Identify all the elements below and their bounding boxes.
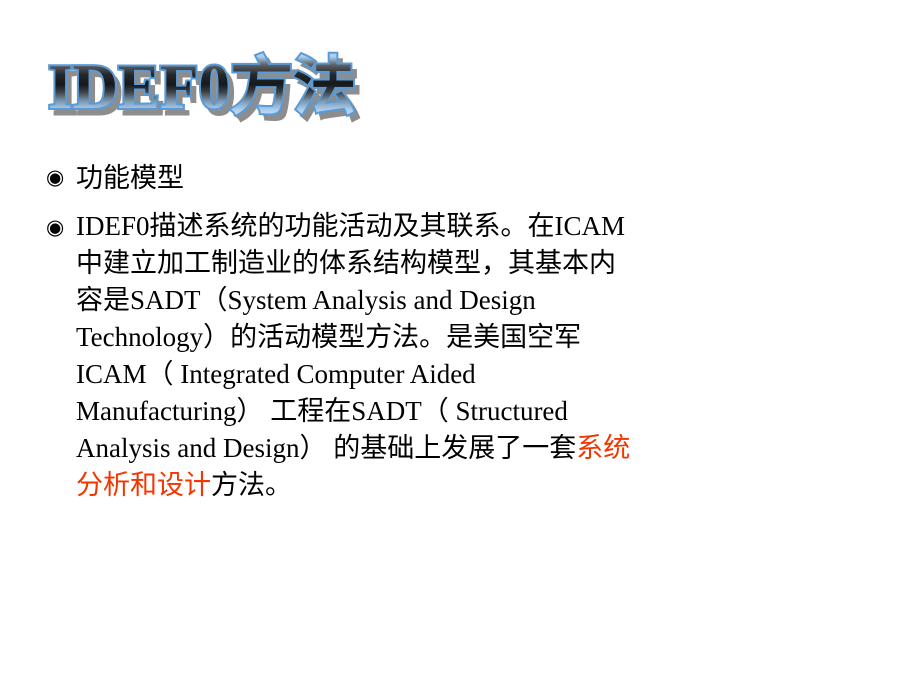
text-line: IDEF0描述系统的功能活动及其联系。在ICAM xyxy=(76,211,626,241)
bullet-item-text: IDEF0描述系统的功能活动及其联系。在ICAM 中建立加工制造业的体系结构模型… xyxy=(76,208,876,504)
fisheye-bullet-icon: ◉ xyxy=(46,165,65,189)
highlighted-text-segment: 系统 xyxy=(576,433,631,463)
text-line: 分析和设计方法。 xyxy=(76,467,876,504)
list-item: ◉ IDEF0描述系统的功能活动及其联系。在ICAM 中建立加工制造业的体系结构… xyxy=(46,208,876,504)
slide-body-content: ◉ 功能模型 ◉ IDEF0描述系统的功能活动及其联系。在ICAM 中建立加工制… xyxy=(46,158,876,508)
list-item: ◉ 功能模型 xyxy=(46,158,876,198)
slide-title-wordart: IDEF0方法 IDEF0方法 IDEF0方法 xyxy=(46,48,363,130)
text-line: Analysis and Design） 的基础上发展了一套系统 xyxy=(76,430,876,467)
text-line: ICAM（ Integrated Computer Aided xyxy=(76,359,476,389)
text-segment: Analysis and Design） 的基础上发展了一套 xyxy=(76,433,577,463)
title-fill-layer: IDEF0方法 xyxy=(48,52,357,122)
slide-title-area: IDEF0方法 IDEF0方法 IDEF0方法 xyxy=(46,48,748,132)
text-line: Technology）的活动模型方法。是美国空军 xyxy=(76,322,582,352)
text-line: 中建立加工制造业的体系结构模型，其基本内 xyxy=(76,248,616,278)
text-line: Manufacturing） 工程在SADT（ Structured xyxy=(76,396,568,426)
text-line: 容是SADT（System Analysis and Design xyxy=(76,285,536,315)
bullet-item-text: 功能模型 xyxy=(76,158,876,198)
presentation-slide: IDEF0方法 IDEF0方法 IDEF0方法 ◉ 功能模型 ◉ IDEF0描述… xyxy=(0,0,920,690)
text-segment: 方法。 xyxy=(211,470,292,500)
fisheye-bullet-icon: ◉ xyxy=(46,215,65,239)
text-line: 功能模型 xyxy=(76,163,184,193)
highlighted-text-segment: 分析和设计 xyxy=(76,470,211,500)
